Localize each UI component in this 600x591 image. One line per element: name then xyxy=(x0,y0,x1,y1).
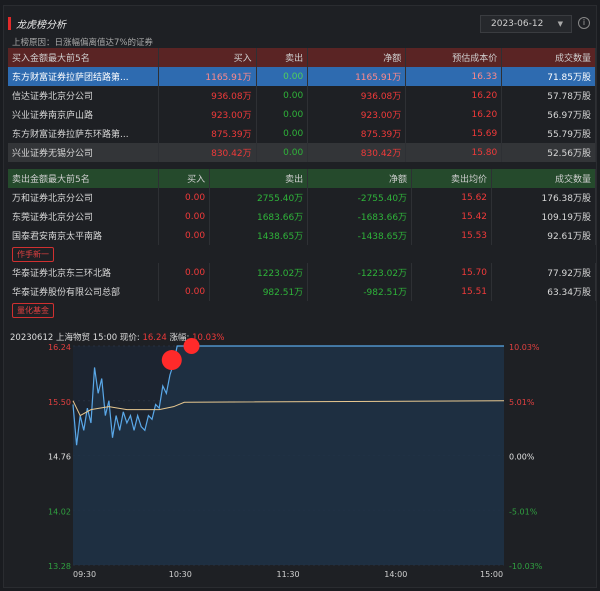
y2-tick-label: 5.01% xyxy=(509,398,535,407)
y2-tick-label: 0.00% xyxy=(509,453,535,462)
y2-tick-label: -5.01% xyxy=(509,507,538,516)
intraday-chart[interactable]: 16.24 10.03% 15.50 5.01% 14.76 0.00% 14.02 -5.0… xyxy=(0,0,600,591)
y2-tick-label: 10.03% xyxy=(509,343,540,352)
x-tick-label: 11:30 xyxy=(277,570,300,579)
y2-tick-label: -10.03% xyxy=(509,562,543,571)
trade-marker xyxy=(183,338,200,354)
y-tick-label: 14.02 xyxy=(48,507,71,516)
y-tick-label: 13.28 xyxy=(48,562,71,571)
x-tick-label: 10:30 xyxy=(169,570,192,579)
x-tick-label: 09:30 xyxy=(73,570,96,579)
x-tick-label: 14:00 xyxy=(384,570,407,579)
y-tick-label: 15.50 xyxy=(48,398,71,407)
x-tick-label: 15:00 xyxy=(480,570,503,579)
trade-marker xyxy=(161,350,182,371)
y-tick-label: 14.76 xyxy=(48,453,71,462)
y-tick-label: 16.24 xyxy=(48,343,71,352)
